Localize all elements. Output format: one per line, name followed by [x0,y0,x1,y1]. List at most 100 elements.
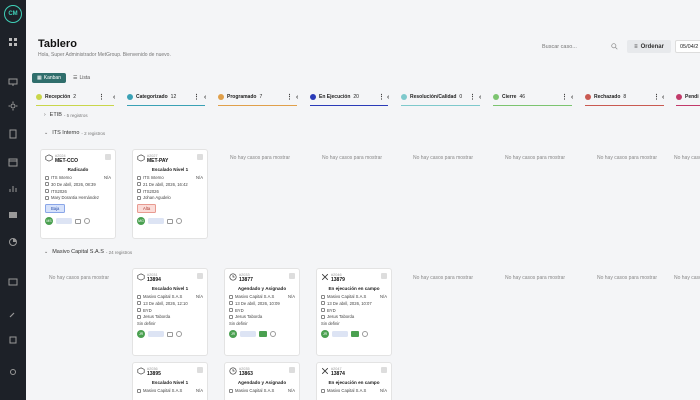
column-cierre[interactable]: ‹ Cierre 46 ⋮ [479,90,572,106]
card-menu-icon[interactable] [381,367,387,373]
assign-button[interactable] [148,331,164,338]
card-menu-icon[interactable] [197,154,203,160]
column-pendiente[interactable]: ‹ Pendi [662,90,700,106]
comment-icon[interactable] [167,218,173,224]
column-programado[interactable]: ‹ Programado 7 ⋮ [204,90,297,106]
inbox-icon[interactable] [7,276,19,288]
card-menu-icon[interactable] [197,273,203,279]
chevron-left-icon[interactable]: ‹ [204,94,206,101]
calendar-icon [137,182,141,187]
avatar: JR [229,330,237,339]
tools-icon [321,367,329,375]
list-icon: ☰ [73,75,78,81]
card-menu-icon[interactable] [105,154,111,160]
app-logo[interactable]: CM [4,5,22,23]
building-icon [45,175,49,180]
calendar-icon [321,301,325,306]
column-rechazado[interactable]: ‹ Rechazado 8 ⋮ [571,90,664,106]
chevron-left-icon[interactable]: ‹ [387,94,389,101]
priority-badge: Alta [137,204,157,214]
assign-button[interactable] [148,218,164,225]
avatar: JR [321,330,329,339]
case-card[interactable]: #2035 13863 Agendado y Asignado Masivo Ca… [224,362,300,400]
status-dot [127,94,133,100]
case-card[interactable]: #2024 MET-CCO Radicado ITS Interno N/A 30 … [40,149,116,239]
group-header-etib[interactable]: › ETIB - 5 registros [44,112,88,118]
sun-icon[interactable] [7,100,19,112]
tab-kanban[interactable]: ▦ Kanban [32,73,66,83]
chart-icon[interactable] [7,183,19,195]
card-menu-icon[interactable] [197,367,203,373]
column-bar [676,105,700,106]
tag-icon [321,308,325,313]
chevron-left-icon[interactable]: ‹ [479,94,481,101]
search-icon [611,43,618,50]
column-menu-icon[interactable]: ⋮ [286,93,293,101]
more-icon[interactable] [84,218,90,225]
assign-button[interactable] [332,331,348,338]
status-dot [218,94,224,100]
search-input[interactable] [542,41,620,53]
building-icon [229,294,233,299]
case-card[interactable]: #2046 13879 En ejecución en campo Masivo … [316,268,392,356]
chevron-left-icon[interactable]: ‹ [571,94,573,101]
column-menu-icon[interactable]: ⋮ [653,93,660,101]
grid-icon[interactable] [7,36,19,48]
more-icon[interactable] [362,331,368,338]
box-icon [137,367,145,375]
column-menu-icon[interactable]: ⋮ [561,93,568,101]
card-menu-icon[interactable] [289,273,295,279]
kanban-column-headers: Recepción 2 ⋮ ‹ Categorizado 12 ⋮ ‹ Programado… [36,90,700,106]
wrench-icon[interactable] [7,308,19,320]
group-header-masivo-capital[interactable]: ⌄ Masivo Capital S.A.S - 24 registros [44,249,132,255]
document-icon[interactable] [7,128,19,140]
comment-icon[interactable] [75,218,81,224]
group-header-its-interno[interactable]: ⌄ ITS Interno - 2 registros [44,130,105,136]
chevron-down-icon: ⌄ [44,249,49,255]
case-card[interactable]: #2027 MET-PAY Escalado Nivel 1 ITS Intern… [132,149,208,239]
more-icon[interactable] [176,218,182,225]
chevron-left-icon[interactable]: ‹ [296,94,298,101]
avatar: JR [137,330,145,339]
tab-lista[interactable]: ☰ Lista [68,73,95,83]
case-card[interactable]: #2031 13894 Escalado Nivel 1 Masivo Capit… [132,268,208,356]
column-recepcion[interactable]: Recepción 2 ⋮ [36,90,114,106]
case-card[interactable]: #2036 13895 Escalado Nivel 1 Masivo Capit… [132,362,208,400]
kanban-icon: ▦ [37,75,42,81]
date-field[interactable]: 05/04/2 [675,40,700,53]
status-dot [493,94,499,100]
empty-state: No hay casos para mostrar [48,275,110,281]
chevron-left-icon[interactable]: ‹ [113,94,115,101]
pie-icon[interactable] [7,236,19,248]
case-card[interactable]: #2047 13874 En ejecución en campo Masivo … [316,362,392,400]
column-resolucion-calidad[interactable]: ‹ Resolución/Calidad 0 ⋮ [387,90,480,106]
column-categorizado[interactable]: ‹ Categorizado 12 ⋮ [113,90,205,106]
card-menu-icon[interactable] [381,273,387,279]
settings-icon[interactable] [7,366,19,378]
layers-icon[interactable] [7,334,19,346]
sort-button[interactable]: ≡ Ordenar [627,40,671,53]
more-icon[interactable] [176,331,182,338]
case-card[interactable]: #2033 13877 Agendado y Asignado Masivo Ca… [224,268,300,356]
assign-button[interactable] [240,331,256,338]
column-bar [310,105,388,106]
monitor-icon[interactable] [7,76,19,88]
user-icon [137,314,141,319]
store-icon[interactable] [7,208,19,220]
building-icon [321,294,325,299]
chevron-left-icon[interactable]: ‹ [662,94,664,101]
assign-button[interactable] [56,218,72,225]
more-icon[interactable] [270,331,276,338]
building-icon [137,294,141,299]
empty-state: No hay casos para mostrar [412,155,474,161]
calendar-icon[interactable] [7,156,19,168]
column-en-ejecucion[interactable]: ‹ En Ejecución 20 ⋮ [296,90,388,106]
column-menu-icon[interactable]: ⋮ [469,93,476,101]
comment-icon[interactable] [167,331,173,337]
column-menu-icon[interactable]: ⋮ [98,93,105,101]
confirm-button[interactable] [351,331,359,338]
column-menu-icon[interactable]: ⋮ [193,93,200,101]
confirm-button[interactable] [259,331,267,338]
card-menu-icon[interactable] [289,367,295,373]
column-menu-icon[interactable]: ⋮ [378,93,385,101]
